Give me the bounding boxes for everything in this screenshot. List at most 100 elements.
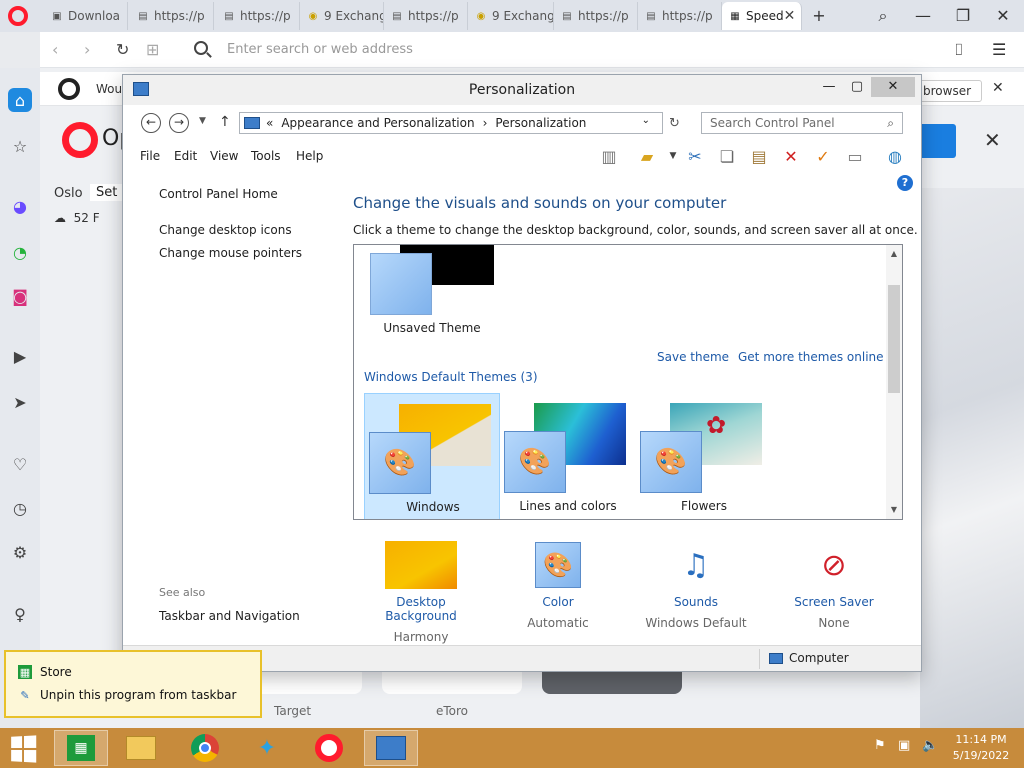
browser-tab[interactable]: ▤ https://p [384, 2, 468, 30]
menu-file[interactable]: File [140, 149, 160, 163]
taskbar-control-panel-app[interactable] [364, 730, 418, 766]
browser-tab[interactable]: ▣ Downloa [44, 2, 128, 30]
settings-gear-icon[interactable]: ⚙ [8, 540, 32, 564]
menu-help[interactable]: Help [296, 149, 323, 163]
layout-pane-icon[interactable]: ▥ [597, 145, 621, 167]
opera-menu-icon[interactable] [8, 6, 28, 26]
start-button-icon[interactable] [11, 735, 38, 763]
back-icon[interactable]: ‹ [52, 40, 58, 59]
browser-tab[interactable]: ▤ https://p [638, 2, 722, 30]
browser-tab[interactable]: ◉ 9 Exchang [468, 2, 554, 30]
browser-tab-active[interactable]: ▦ Speed ✕ [722, 2, 802, 30]
up-arrow-icon[interactable]: ↑ [219, 114, 231, 130]
heart-icon[interactable]: ♡ [8, 452, 32, 476]
browser-tab[interactable]: ◉ 9 Exchang [300, 2, 384, 30]
change-desktop-icons-link[interactable]: Change desktop icons [159, 223, 292, 237]
menu-edit[interactable]: Edit [174, 149, 197, 163]
browser-tab[interactable]: ▤ https://p [554, 2, 638, 30]
color-link[interactable]: Color [498, 595, 618, 609]
sounds-link[interactable]: Sounds [636, 595, 756, 609]
search-control-panel-input[interactable]: Search Control Panel ⌕ [701, 112, 903, 134]
taskbar-chrome-app[interactable] [178, 730, 232, 766]
color-setting[interactable]: 🎨 Color Automatic [498, 539, 618, 630]
scroll-up-icon[interactable]: ▲ [886, 249, 902, 258]
change-mouse-pointers-link[interactable]: Change mouse pointers [159, 246, 302, 260]
screen-saver-setting[interactable]: ⊘ Screen Saver None [774, 539, 894, 631]
delete-icon[interactable]: ✕ [779, 145, 803, 167]
recent-locations-icon[interactable]: ▼ [199, 116, 206, 126]
copy-icon[interactable]: ❏ [715, 145, 739, 167]
breadcrumb-overflow-icon[interactable]: « [266, 116, 273, 130]
cut-icon[interactable]: ✂ [683, 145, 707, 167]
refresh-icon[interactable]: ↻ [669, 116, 680, 131]
scroll-down-icon[interactable]: ▼ [886, 505, 902, 514]
bookmarks-icon[interactable]: ☆ [8, 134, 32, 158]
close-promo-icon[interactable]: ✕ [984, 128, 1001, 152]
save-theme-link[interactable]: Save theme [657, 350, 729, 364]
maximize-button[interactable]: ▢ [843, 77, 871, 97]
theme-lines-and-colors[interactable]: 🎨 Lines and colors [500, 393, 636, 519]
breadcrumb[interactable]: « Appearance and Personalization › Perso… [239, 112, 663, 134]
messenger-icon[interactable]: ◕ [8, 194, 32, 218]
breadcrumb-item[interactable]: Personalization [495, 116, 586, 130]
window-titlebar[interactable]: Personalization — ▢ ✕ [123, 75, 921, 105]
taskbar-clock[interactable]: 11:14 PM 5/19/2022 [946, 732, 1016, 764]
lightbulb-icon[interactable]: ♀ [8, 602, 32, 626]
theme-flowers[interactable]: ✿ 🎨 Flowers [636, 393, 772, 519]
checkmark-icon[interactable]: ✓ [811, 145, 835, 167]
menu-tools[interactable]: Tools [251, 149, 281, 163]
close-tab-icon[interactable]: ✕ [784, 8, 796, 24]
address-input[interactable]: Enter search or web address [227, 42, 413, 57]
control-panel-home-link[interactable]: Control Panel Home [159, 187, 278, 201]
action-center-icon[interactable]: ⚑ [874, 738, 886, 753]
scroll-thumb[interactable] [888, 285, 900, 393]
screen-saver-link[interactable]: Screen Saver [774, 595, 894, 609]
close-browser-button[interactable]: ✕ [992, 6, 1014, 25]
easy-setup-icon[interactable]: ☰ [992, 40, 1006, 59]
browser-tab[interactable]: ▤ https://p [216, 2, 300, 30]
tabs-grid-icon[interactable]: ⊞ [146, 40, 159, 59]
menu-view[interactable]: View [210, 149, 238, 163]
weather-set-button[interactable]: Set [90, 184, 124, 201]
restore-browser-button[interactable]: ❐ [952, 6, 974, 25]
instagram-icon[interactable]: ◙ [8, 284, 32, 308]
breadcrumb-item[interactable]: Appearance and Personalization [281, 116, 474, 130]
theme-windows[interactable]: 🎨 Windows [364, 393, 500, 519]
send-icon[interactable]: ➤ [8, 390, 32, 414]
taskbar-navigation-link[interactable]: Taskbar and Navigation [159, 609, 300, 623]
folder-check-icon[interactable]: ▰ [635, 145, 659, 167]
taskbar-wing-app[interactable]: ✦ [240, 730, 294, 766]
whatsapp-icon[interactable]: ◔ [8, 240, 32, 264]
player-icon[interactable]: ▶ [8, 344, 32, 368]
forward-arrow-icon[interactable]: → [169, 113, 189, 133]
camera-icon[interactable]: ⌷ [954, 40, 964, 60]
close-button[interactable]: ✕ [871, 77, 915, 97]
jump-list-store[interactable]: ▦ Store [18, 665, 72, 679]
network-icon[interactable]: ▣ [898, 738, 910, 753]
taskbar-opera-app[interactable] [302, 730, 356, 766]
new-tab-button[interactable]: + [808, 6, 830, 25]
home-icon[interactable]: ⌂ [8, 88, 32, 112]
make-default-button[interactable]: browser [912, 80, 983, 102]
close-notice-icon[interactable]: ✕ [992, 80, 1004, 96]
minimize-button[interactable]: — [815, 77, 843, 97]
history-icon[interactable]: ◷ [8, 496, 32, 520]
taskbar-store-app[interactable]: ▦ [54, 730, 108, 766]
unsaved-theme-swatch[interactable] [370, 253, 432, 315]
chevron-down-icon[interactable]: ⌄ [642, 115, 650, 126]
chevron-down-icon[interactable]: ▼ [661, 145, 685, 167]
help-icon[interactable]: ? [897, 175, 913, 191]
globe-icon[interactable]: ◍ [883, 145, 907, 167]
taskbar-file-explorer-app[interactable] [114, 730, 168, 766]
paste-icon[interactable]: ▤ [747, 145, 771, 167]
reload-icon[interactable]: ↻ [116, 40, 129, 59]
jump-list-unpin[interactable]: ✎ Unpin this program from taskbar [18, 688, 236, 702]
sounds-setting[interactable]: ♫ Sounds Windows Default [636, 539, 756, 631]
browser-tab[interactable]: ▤ https://p [130, 2, 214, 30]
get-more-themes-link[interactable]: Get more themes online [738, 350, 884, 364]
theme-list-scrollbar[interactable]: ▲ ▼ [886, 245, 902, 519]
properties-icon[interactable]: ▭ [843, 145, 867, 167]
desktop-background-link[interactable]: Desktop Background [361, 595, 481, 623]
minimize-browser-button[interactable]: — [912, 6, 934, 25]
volume-icon[interactable]: 🔈 [922, 738, 938, 753]
